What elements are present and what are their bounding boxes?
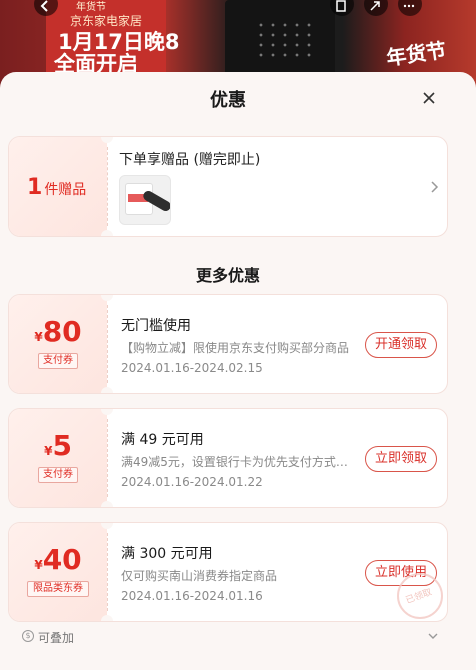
card-divider (107, 305, 108, 383)
card-notch (101, 615, 113, 621)
card-divider (107, 419, 108, 497)
coupon-tag: 支付券 (38, 467, 78, 483)
activate-claim-button[interactable]: 开通领取 (365, 332, 437, 358)
chevron-left-icon (40, 0, 48, 12)
chevron-right-icon[interactable] (429, 181, 439, 193)
coupon-tag: 限品类东券 (27, 581, 89, 597)
festival-logo: 年货节 (384, 37, 448, 71)
coupon-desc: 【购物立减】限使用京东支付购买部分商品 (121, 341, 350, 355)
gift-count: 1 件赠品 (27, 175, 86, 200)
coupon-tag: 支付券 (38, 353, 78, 369)
stackable-label: 可叠加 (38, 631, 75, 645)
share-icon (370, 1, 380, 11)
gift-count-unit: 件赠品 (44, 182, 87, 198)
coupon-amount: ¥80 (9, 315, 107, 348)
stackable-row[interactable]: $ 可叠加 (8, 625, 448, 649)
coupon-card: ¥40 限品类东券 满 300 元可用 仅可购买南山消费券指定商品 2024.0… (8, 522, 448, 622)
coupon-card: ¥5 支付券 满 49 元可用 满49减5元，设置银行卡为优先支付方式可用 20… (8, 408, 448, 508)
card-notch (101, 501, 113, 507)
coupon-title: 满 49 元可用 (121, 432, 204, 448)
card-notch (101, 409, 113, 415)
coupon-desc: 仅可购买南山消费券指定商品 (121, 569, 278, 583)
gift-thumbnail[interactable] (119, 175, 171, 225)
card-notch (101, 230, 113, 236)
card-notch (101, 523, 113, 529)
coupon-value: 80 (42, 315, 82, 348)
coupon-title: 满 300 元可用 (121, 546, 213, 562)
stack-icon: $ (22, 630, 34, 642)
card-divider (107, 147, 108, 226)
coupon-card: ¥80 支付券 无门槛使用 【购物立减】限使用京东支付购买部分商品 2024.0… (8, 294, 448, 394)
share-button[interactable] (364, 0, 388, 16)
coupon-date: 2024.01.16-2024.02.15 (121, 361, 263, 375)
sheet-title: 优惠 (210, 90, 246, 111)
claimed-stamp-text: 已领取 (404, 587, 434, 607)
currency-symbol: ¥ (34, 558, 43, 572)
close-icon[interactable] (419, 88, 439, 108)
keypad-dots (255, 20, 315, 60)
coupon-date: 2024.01.16-2024.01.16 (121, 589, 263, 603)
card-notch (101, 295, 113, 301)
coupon-value: 5 (52, 429, 72, 462)
claimed-stamp: 已领取 (397, 573, 443, 619)
coupon-value: 40 (42, 543, 82, 576)
gift-card[interactable]: 1 件赠品 下单享赠品 (赠完即止) (8, 136, 448, 237)
coupon-desc: 满49减5元，设置银行卡为优先支付方式可用 (121, 455, 351, 469)
coupon-amount: ¥40 (9, 543, 107, 576)
currency-symbol: ¥ (34, 330, 43, 344)
promotions-sheet: 优惠 1 件赠品 下单享赠品 (赠完即止) 更多优惠 ¥80 支付券 无门槛使用… (0, 72, 476, 670)
claim-now-button[interactable]: 立即领取 (365, 446, 437, 472)
coupon-title: 无门槛使用 (121, 318, 191, 334)
coupon-date: 2024.01.16-2024.01.22 (121, 475, 263, 489)
coupon-amount: ¥5 (9, 429, 107, 462)
card-divider (107, 533, 108, 611)
card-notch (101, 387, 113, 393)
card-notch (101, 137, 113, 143)
gift-count-number: 1 (27, 175, 43, 200)
chevron-down-icon[interactable] (428, 632, 438, 640)
more-button[interactable] (398, 0, 422, 16)
more-icon (403, 4, 415, 8)
more-offers-title: 更多优惠 (195, 266, 260, 285)
bookmark-icon (336, 0, 346, 12)
gift-title: 下单享赠品 (赠完即止) (119, 152, 261, 168)
